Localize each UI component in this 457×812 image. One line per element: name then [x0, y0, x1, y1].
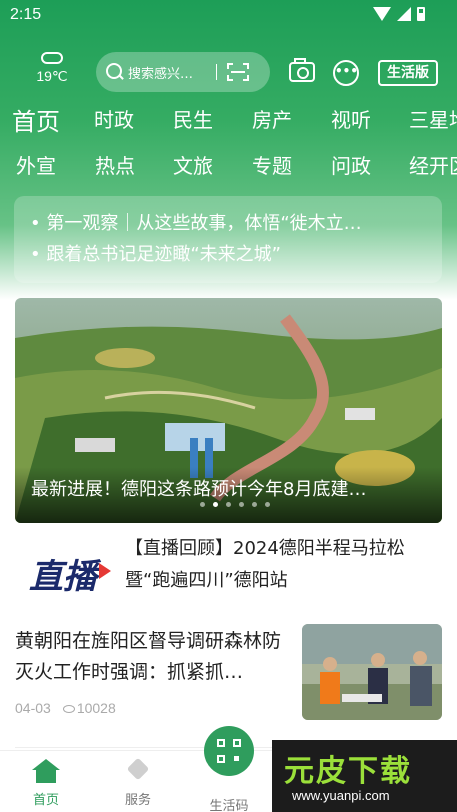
- carousel-dot[interactable]: [213, 502, 218, 507]
- qr-code-icon: [217, 739, 241, 763]
- live-logo: 直播: [29, 549, 113, 597]
- news-views: 10028: [62, 700, 116, 716]
- carousel-dot[interactable]: [252, 502, 257, 507]
- channel-nav-primary: 首页 时政 民生 房产 视听 三星堆: [0, 104, 457, 144]
- carousel-dot[interactable]: [239, 502, 244, 507]
- news-title[interactable]: 黄朝阳在旌阳区督导调研森林防灭火工作时强调：抓紧抓…: [15, 626, 287, 688]
- wifi-icon: [373, 7, 391, 21]
- tab-life-code-label: 生活码: [209, 799, 249, 812]
- headline-item[interactable]: • 第一观察｜从这些故事，体悟“徙木立…: [30, 208, 426, 239]
- tab-service[interactable]: 服务: [108, 759, 168, 808]
- tab-topics[interactable]: 专题: [252, 150, 292, 179]
- search-icon: [106, 63, 124, 81]
- news-date: 04-03: [15, 700, 51, 716]
- banner-carousel[interactable]: 最新进展！德阳这条路预计今年8月底建…: [15, 298, 442, 523]
- search-placeholder[interactable]: 搜索感兴…: [128, 63, 212, 82]
- tab-home-channel[interactable]: 首页: [12, 104, 60, 137]
- signal-icon: [397, 7, 411, 21]
- carousel-dot[interactable]: [265, 502, 270, 507]
- search-divider: [216, 64, 217, 80]
- cloud-icon: [41, 52, 63, 64]
- tab-politics[interactable]: 时政: [94, 104, 134, 133]
- live-logo-text: 直播: [29, 557, 97, 597]
- tab-life-code[interactable]: 生活码: [199, 795, 259, 812]
- tab-home[interactable]: 首页: [16, 759, 76, 808]
- watermark-title: 元皮下载: [284, 754, 412, 789]
- watermark-url: www.yuanpi.com: [292, 788, 390, 803]
- news-meta: 04-03 10028: [15, 700, 116, 716]
- banner-caption[interactable]: 最新进展！德阳这条路预计今年8月底建…: [31, 475, 426, 501]
- news-view-count: 10028: [76, 700, 116, 716]
- tab-sanxingdui[interactable]: 三星堆: [409, 104, 457, 133]
- carousel-dot[interactable]: [200, 502, 205, 507]
- life-code-button[interactable]: [204, 726, 254, 776]
- tab-culture-travel[interactable]: 文旅: [173, 150, 213, 179]
- weather-widget[interactable]: 19℃: [30, 52, 74, 85]
- chat-icon[interactable]: •••: [333, 60, 359, 86]
- camera-icon[interactable]: [289, 58, 315, 82]
- tab-publicity[interactable]: 外宣: [16, 150, 56, 179]
- live-news-item[interactable]: 直播 【直播回顾】2024德阳半程马拉松暨“跑遍四川”德阳站: [15, 533, 442, 613]
- carousel-dot[interactable]: [226, 502, 231, 507]
- tab-service-label: 服务: [124, 793, 151, 808]
- tab-dev-zone[interactable]: 经开区: [409, 150, 457, 179]
- scan-icon[interactable]: [227, 63, 249, 81]
- tab-audio-video[interactable]: 视听: [331, 104, 371, 133]
- watermark: 元皮下载 www.yuanpi.com: [272, 740, 457, 812]
- channel-nav-secondary: 外宣 热点 文旅 专题 问政 经开区: [0, 150, 457, 190]
- service-icon: [124, 759, 152, 783]
- weather-temperature: 19℃: [36, 68, 68, 84]
- home-icon: [32, 759, 60, 783]
- news-item[interactable]: 黄朝阳在旌阳区督导调研森林防灭火工作时强调：抓紧抓… 04-03 10028: [15, 620, 442, 740]
- carousel-dots: [200, 502, 270, 507]
- tab-hot[interactable]: 热点: [95, 150, 135, 179]
- headline-box: • 第一观察｜从这些故事，体悟“徙木立… • 跟着总书记足迹瞰“未来之城”: [14, 196, 442, 283]
- play-icon: [99, 563, 111, 579]
- status-bar: 2:15: [0, 0, 457, 34]
- tab-inquiry[interactable]: 问政: [331, 150, 371, 179]
- tab-home-label: 首页: [32, 793, 59, 808]
- tab-livelihood[interactable]: 民生: [173, 104, 213, 133]
- life-version-button[interactable]: 生活版: [378, 60, 438, 86]
- tab-real-estate[interactable]: 房产: [252, 104, 292, 133]
- battery-icon: [417, 7, 425, 21]
- news-thumbnail[interactable]: [302, 624, 442, 720]
- search-bar[interactable]: 搜索感兴…: [96, 52, 270, 92]
- headline-item[interactable]: • 跟着总书记足迹瞰“未来之城”: [30, 239, 426, 270]
- status-time: 2:15: [10, 6, 42, 23]
- news-thumbnail-photo: [302, 624, 442, 720]
- live-news-title[interactable]: 【直播回顾】2024德阳半程马拉松暨“跑遍四川”德阳站: [125, 533, 445, 597]
- eye-icon: [62, 705, 75, 713]
